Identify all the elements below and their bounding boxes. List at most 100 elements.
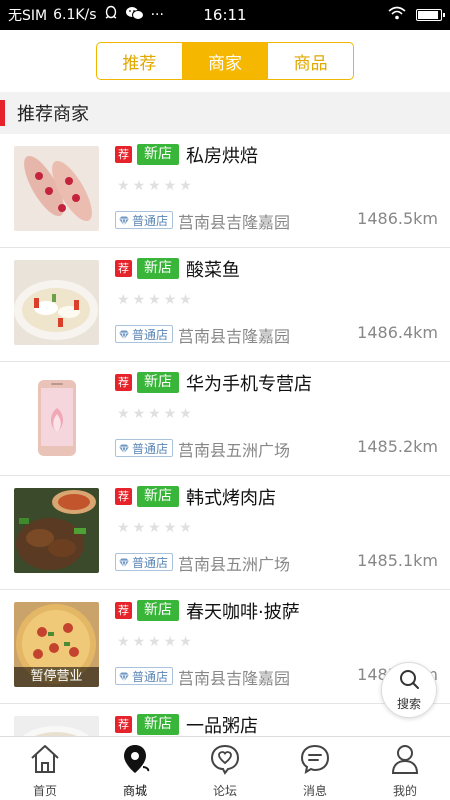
store-row[interactable]: 荐 新店 韩式烤肉店 ★ ★ ★ ★ ★ 普通店 莒南县五洲广场 1485.1km [0,476,450,590]
new-store-badge: 新店 [137,372,179,393]
star-icon: ★ [117,634,130,650]
star-icon: ★ [132,178,146,194]
map-pin-icon [119,743,151,779]
diamond-icon [118,553,130,572]
star-icon: ★ [132,520,146,536]
store-name: 韩式烤肉店 [186,488,276,509]
section-title: 推荐商家 [17,104,89,125]
section-accent-bar [0,100,5,126]
normal-store-badge: 普通店 [115,667,174,686]
status-bar: 无SIM 6.1K/s ··· 16:11 [0,0,450,30]
star-icon: ★ [132,406,146,422]
star-icon: ★ [163,520,177,536]
message-icon [299,743,331,779]
floating-search-button[interactable]: 搜索 [381,662,437,718]
store-name: 私房烘焙 [186,146,258,167]
recommend-badge: 荐 [115,146,132,163]
user-icon [389,743,421,779]
store-list: 荐 新店 私房烘焙 ★ ★ ★ ★ ★ 普通店 莒南县吉隆嘉园 1486.5km 荐 新… [0,134,450,736]
new-store-badge: 新店 [137,486,179,507]
battery-icon [416,9,445,21]
store-distance: 1485.1km [357,551,438,570]
store-row[interactable]: 荐 新店 华为手机专营店 ★ ★ ★ ★ ★ 普通店 莒南县五洲广场 1485.2km [0,362,450,476]
tab-merchants[interactable]: 商家 [181,43,268,79]
store-distance: 1486.4km [357,323,438,342]
star-icon: ★ [179,178,192,194]
tab-products[interactable]: 商品 [267,43,353,79]
star-icon: ★ [179,634,192,650]
star-icon: ★ [179,292,192,308]
new-store-badge: 新店 [137,258,179,279]
store-address: 莒南县吉隆嘉园 [178,327,291,346]
star-icon: ★ [117,406,130,422]
diamond-icon [118,211,130,230]
nav-label: 首页 [32,784,57,798]
fish-dish-photo [14,260,99,345]
pizza-photo: 暂停营业 [14,602,99,687]
star-icon: ★ [148,178,161,194]
new-store-badge: 新店 [137,714,179,735]
rating-stars: ★ ★ ★ ★ ★ [117,407,192,421]
rating-stars: ★ ★ ★ ★ ★ [117,635,192,649]
store-address: 莒南县吉隆嘉园 [178,213,291,232]
store-address: 莒南县五洲广场 [178,441,291,460]
normal-store-badge: 普通店 [115,211,174,230]
recommend-badge: 荐 [115,716,132,733]
rating-stars: ★ ★ ★ ★ ★ [117,179,192,193]
star-icon: ★ [179,406,192,422]
section-header: 推荐商家 [0,92,450,134]
rating-stars: ★ ★ ★ ★ ★ [117,293,192,307]
normal-store-label: 普通店 [132,327,169,342]
normal-store-badge: 普通店 [115,325,174,343]
normal-store-label: 普通店 [132,213,169,228]
normal-store-badge: 普通店 [115,553,174,572]
search-icon [398,668,420,694]
store-distance: 1486.5km [357,209,438,228]
diamond-icon [118,439,130,458]
recommend-badge: 荐 [115,488,132,505]
star-icon: ★ [163,406,177,422]
nav-item-home[interactable]: 首页 [0,737,90,800]
recommend-badge: 荐 [115,374,132,391]
star-icon: ★ [179,520,192,536]
new-store-badge: 新店 [137,144,179,165]
tab-recommend[interactable]: 推荐 [97,43,182,79]
store-address: 莒南县五洲广场 [178,555,291,574]
pastry-photo [14,146,99,231]
store-row[interactable]: 荐 新店 酸菜鱼 ★ ★ ★ ★ ★ 普通店 莒南县吉隆嘉园 1486.4km [0,248,450,362]
store-row[interactable]: 荐 新店 私房烘焙 ★ ★ ★ ★ ★ 普通店 莒南县吉隆嘉园 1486.5km [0,134,450,248]
normal-store-badge: 普通店 [115,439,174,458]
tabs-bar: 推荐 商家 商品 [0,30,450,92]
star-icon: ★ [132,634,146,650]
recommend-badge: 荐 [115,260,132,277]
status-time: 16:11 [203,6,247,24]
normal-store-label: 普通店 [132,441,169,456]
nav-item-messages[interactable]: 消息 [270,737,360,800]
heart-chat-icon [209,743,241,779]
new-store-badge: 新店 [137,600,179,621]
nav-item-forum[interactable]: 论坛 [180,737,270,800]
nav-item-mine[interactable]: 我的 [360,737,450,800]
store-name: 春天咖啡·披萨 [186,602,300,623]
store-row[interactable]: 荐 新店 一品粥店 [0,704,450,736]
normal-store-label: 普通店 [132,669,169,684]
star-icon: ★ [163,292,177,308]
diamond-icon [118,667,130,686]
bbq-photo [14,488,99,573]
recommend-badge: 荐 [115,602,132,619]
phone-photo [14,374,99,459]
nav-label: 我的 [392,784,417,798]
nav-label: 消息 [302,784,327,798]
store-name: 华为手机专营店 [186,374,312,395]
store-address: 莒南县吉隆嘉园 [178,669,291,688]
rating-stars: ★ ★ ★ ★ ★ [117,521,192,535]
closed-status: 暂停营业 [14,667,99,687]
nav-label: 商城 [122,784,147,798]
floating-search-label: 搜索 [396,697,421,711]
star-icon: ★ [117,292,130,308]
nav-item-mall[interactable]: 商城 [90,737,180,800]
status-right [388,0,445,30]
battery-level [418,11,438,19]
nav-label: 论坛 [212,784,237,798]
porridge-photo [14,716,99,736]
